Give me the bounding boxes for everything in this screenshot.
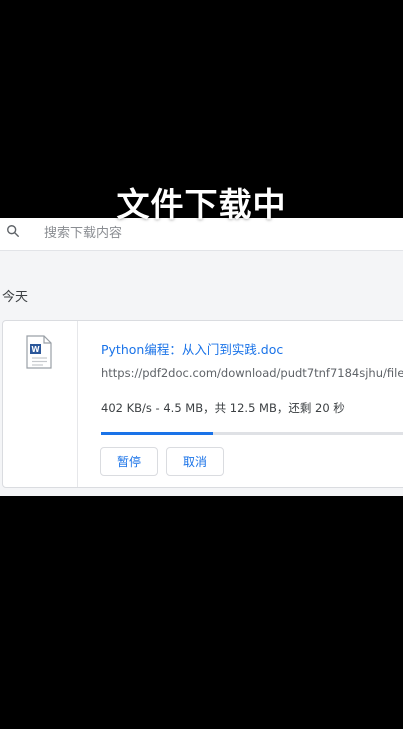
bottom-black-region	[0, 496, 403, 729]
pause-button[interactable]: 暂停	[100, 447, 158, 476]
download-progress-bar	[101, 432, 403, 435]
word-document-icon[interactable]: W	[25, 335, 53, 369]
svg-text:W: W	[31, 345, 40, 354]
search-icon	[7, 225, 19, 237]
cancel-button[interactable]: 取消	[166, 447, 224, 476]
download-source-url: https://pdf2doc.com/download/pudt7tnf718…	[101, 366, 403, 380]
card-divider	[77, 321, 78, 487]
video-caption: 文件下载中	[116, 185, 287, 224]
download-file-name-link[interactable]: Python编程：从入门到实践.doc	[101, 339, 283, 358]
download-status-text: 402 KB/s - 4.5 MB，共 12.5 MB，还剩 20 秒	[101, 401, 345, 415]
section-today-label: 今天	[2, 290, 29, 305]
download-item-card: W Python编程：从入门到实践.doc https://pdf2doc.co…	[2, 320, 403, 488]
downloads-page: 搜索下载内容 今天 W Python编程：从入门到实践.doc https://…	[0, 218, 403, 496]
download-progress-fill	[101, 432, 213, 435]
